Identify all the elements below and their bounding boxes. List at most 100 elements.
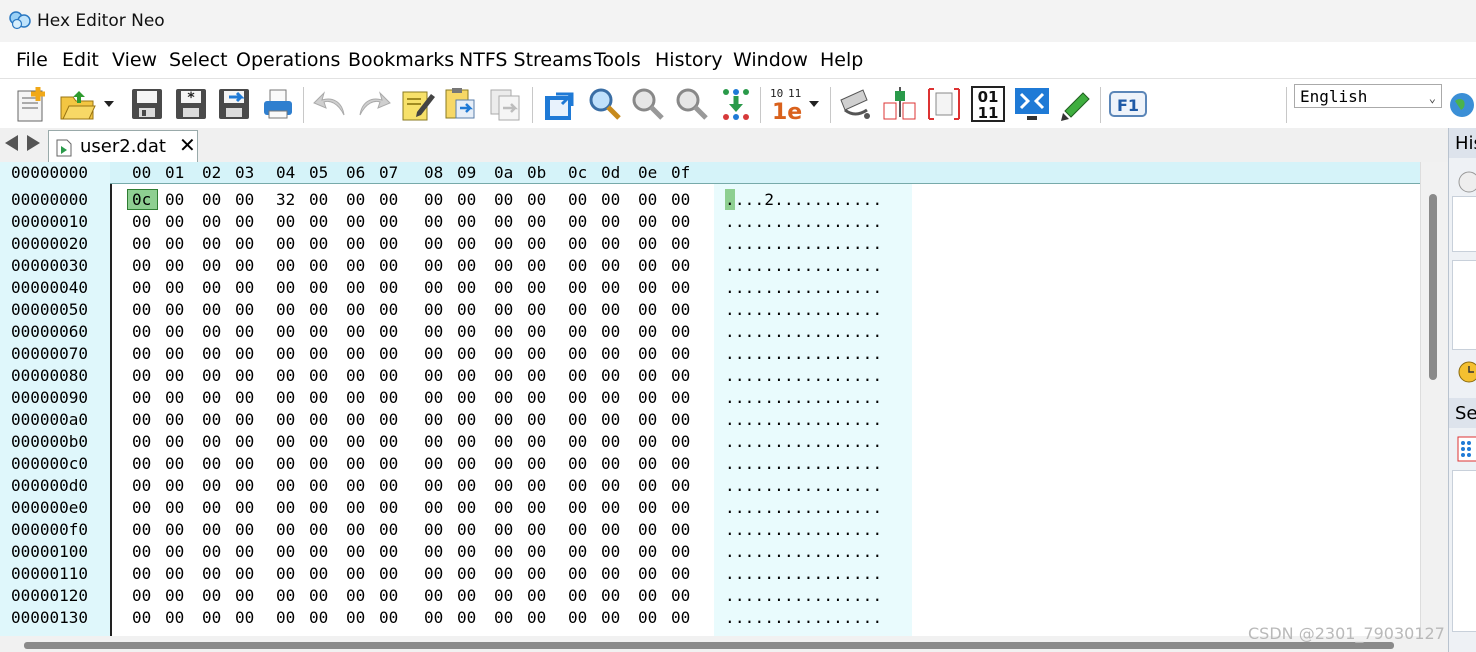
hex-byte[interactable]: 00 (276, 453, 295, 475)
hex-byte[interactable]: 00 (132, 541, 151, 563)
hex-byte[interactable]: 00 (494, 563, 513, 585)
hex-byte[interactable]: 00 (132, 387, 151, 409)
hex-byte[interactable]: 00 (346, 299, 365, 321)
row-text[interactable]: ................ (725, 365, 882, 387)
hex-byte[interactable]: 00 (379, 431, 398, 453)
hex-byte[interactable]: 00 (638, 233, 657, 255)
hex-byte[interactable]: 00 (309, 453, 328, 475)
hex-byte[interactable]: 00 (309, 497, 328, 519)
hex-byte[interactable]: 00 (494, 475, 513, 497)
hex-byte[interactable]: 00 (165, 343, 184, 365)
hex-byte[interactable]: 00 (276, 277, 295, 299)
menu-window[interactable]: Window (733, 48, 808, 72)
hex-byte[interactable]: 00 (494, 607, 513, 629)
hex-byte[interactable]: 00 (638, 343, 657, 365)
hex-byte[interactable]: 00 (601, 387, 620, 409)
hex-byte[interactable]: 00 (494, 189, 513, 211)
hex-byte[interactable]: 00 (235, 277, 254, 299)
find-next-icon[interactable] (628, 84, 668, 124)
hex-byte[interactable]: 00 (202, 343, 221, 365)
edit-icon[interactable] (397, 84, 437, 124)
base-dropdown-icon[interactable] (806, 84, 822, 124)
hex-byte[interactable]: 00 (235, 431, 254, 453)
hex-byte[interactable]: 00 (494, 541, 513, 563)
hex-byte[interactable]: 00 (601, 211, 620, 233)
hex-byte[interactable]: 00 (527, 431, 546, 453)
hex-byte[interactable]: 00 (527, 541, 546, 563)
hex-byte[interactable]: 00 (457, 387, 476, 409)
hex-byte[interactable]: 00 (165, 409, 184, 431)
hex-byte[interactable]: 00 (457, 343, 476, 365)
hex-byte[interactable]: 00 (346, 189, 365, 211)
hex-byte[interactable]: 00 (202, 387, 221, 409)
hex-byte[interactable]: 00 (276, 475, 295, 497)
hex-byte[interactable]: 00 (276, 321, 295, 343)
hex-byte[interactable]: 00 (235, 563, 254, 585)
hex-byte[interactable]: 00 (235, 255, 254, 277)
hex-byte[interactable]: 00 (568, 519, 587, 541)
hex-byte[interactable]: 00 (235, 585, 254, 607)
hex-byte[interactable]: 00 (568, 299, 587, 321)
hex-byte[interactable]: 00 (276, 585, 295, 607)
hex-byte[interactable]: 00 (457, 277, 476, 299)
hex-byte[interactable]: 00 (346, 233, 365, 255)
find-previous-icon[interactable] (672, 84, 712, 124)
hex-byte[interactable]: 00 (494, 321, 513, 343)
hex-byte[interactable]: 00 (638, 497, 657, 519)
hex-byte[interactable]: 00 (346, 277, 365, 299)
hex-byte[interactable]: 00 (671, 343, 690, 365)
menu-help[interactable]: Help (820, 48, 863, 72)
hex-byte[interactable]: 00 (457, 497, 476, 519)
hex-byte[interactable]: 00 (494, 299, 513, 321)
hex-byte[interactable]: 00 (424, 431, 443, 453)
hex-byte[interactable]: 00 (527, 255, 546, 277)
hex-byte[interactable]: 00 (132, 607, 151, 629)
hex-byte[interactable]: 00 (527, 299, 546, 321)
hex-byte[interactable]: 00 (527, 321, 546, 343)
hex-byte[interactable]: 00 (568, 321, 587, 343)
hex-byte[interactable]: 00 (601, 585, 620, 607)
hex-byte[interactable]: 00 (568, 387, 587, 409)
hex-byte[interactable]: 00 (346, 585, 365, 607)
hex-byte[interactable]: 00 (309, 431, 328, 453)
hex-byte[interactable]: 00 (165, 453, 184, 475)
hex-byte[interactable]: 00 (638, 519, 657, 541)
hex-byte[interactable]: 00 (494, 585, 513, 607)
hex-byte[interactable]: 00 (202, 277, 221, 299)
paste-icon[interactable] (441, 84, 481, 124)
hex-byte[interactable]: 00 (165, 233, 184, 255)
hex-byte[interactable]: 00 (568, 431, 587, 453)
hex-byte[interactable]: 00 (671, 431, 690, 453)
hex-byte[interactable]: 00 (132, 431, 151, 453)
hex-byte[interactable]: 00 (346, 321, 365, 343)
structure-icon[interactable] (924, 84, 964, 124)
hex-byte[interactable]: 00 (276, 409, 295, 431)
hex-byte[interactable]: 00 (132, 519, 151, 541)
menu-tools[interactable]: Tools (594, 48, 641, 72)
hex-byte[interactable]: 00 (457, 365, 476, 387)
hex-byte[interactable]: 00 (601, 409, 620, 431)
row-text[interactable]: ................ (725, 607, 882, 629)
hex-byte[interactable]: 00 (202, 563, 221, 585)
hex-byte[interactable]: 00 (527, 277, 546, 299)
hex-byte[interactable]: 00 (424, 255, 443, 277)
binary-mode-icon[interactable]: 01 11 (968, 84, 1008, 124)
hex-byte[interactable]: 00 (202, 541, 221, 563)
compare-icon[interactable] (880, 84, 920, 124)
help-f1-icon[interactable]: F1 (1108, 84, 1148, 124)
row-text[interactable]: ................ (725, 409, 882, 431)
hex-byte[interactable]: 00 (601, 343, 620, 365)
hex-byte[interactable]: 00 (494, 453, 513, 475)
hex-byte[interactable]: 00 (132, 299, 151, 321)
hex-byte[interactable]: 00 (638, 409, 657, 431)
hex-byte[interactable]: 00 (132, 343, 151, 365)
hex-byte[interactable]: 00 (638, 365, 657, 387)
hex-byte[interactable]: 00 (202, 585, 221, 607)
hex-byte[interactable]: 00 (457, 563, 476, 585)
hex-byte[interactable]: 00 (202, 607, 221, 629)
hex-byte[interactable]: 00 (424, 519, 443, 541)
save-as-icon[interactable] (214, 84, 254, 124)
hex-byte[interactable]: 00 (527, 563, 546, 585)
hex-byte[interactable]: 00 (309, 607, 328, 629)
hex-byte[interactable]: 00 (309, 299, 328, 321)
